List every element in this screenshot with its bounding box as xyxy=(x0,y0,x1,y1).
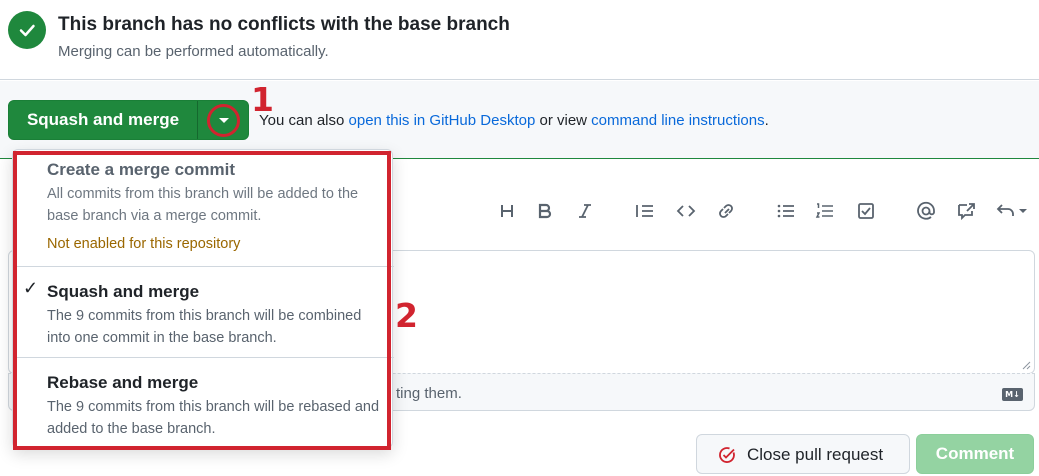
or-view-text: or view xyxy=(535,112,592,129)
saved-replies-icon[interactable] xyxy=(994,196,1030,226)
annotation-number-2: 2 xyxy=(395,296,418,335)
command-line-instructions-link[interactable]: command line instructions xyxy=(591,112,764,129)
italic-icon[interactable] xyxy=(574,196,596,226)
status-title: This branch has no conflicts with the ba… xyxy=(58,14,510,35)
comment-button[interactable]: Comment xyxy=(916,434,1034,474)
alternative-merge-text: You can also open this in GitHub Desktop… xyxy=(259,112,769,129)
unordered-list-icon[interactable] xyxy=(774,196,798,226)
cross-reference-icon[interactable] xyxy=(954,196,978,226)
squash-and-merge-button[interactable]: Squash and merge xyxy=(9,101,197,139)
markdown-icon[interactable]: M↓ xyxy=(1002,388,1023,401)
markdown-toolbar xyxy=(490,196,1035,226)
period-text: . xyxy=(764,112,769,129)
also-prefix: You can also xyxy=(259,112,349,129)
close-pull-request-button[interactable]: Close pull request xyxy=(696,434,910,474)
heading-icon[interactable] xyxy=(496,196,518,226)
issue-closed-icon xyxy=(719,447,735,463)
ordered-list-icon[interactable] xyxy=(813,196,837,226)
bold-icon[interactable] xyxy=(534,196,556,226)
status-subtitle: Merging can be performed automatically. xyxy=(58,43,329,60)
resize-grip-icon[interactable] xyxy=(1021,360,1031,370)
annotation-circle xyxy=(207,104,240,137)
mention-icon[interactable] xyxy=(914,196,938,226)
github-desktop-link[interactable]: open this in GitHub Desktop xyxy=(349,112,536,129)
code-icon[interactable] xyxy=(674,196,698,226)
annotation-rectangle xyxy=(13,151,391,450)
link-icon[interactable] xyxy=(714,196,738,226)
close-pull-request-label: Close pull request xyxy=(747,445,884,464)
quote-icon[interactable] xyxy=(633,196,657,226)
merge-status-section: This branch has no conflicts with the ba… xyxy=(0,0,1039,80)
check-circle-icon xyxy=(8,11,46,49)
task-list-icon[interactable] xyxy=(854,196,878,226)
attachment-hint-text: ting them. xyxy=(396,385,462,402)
